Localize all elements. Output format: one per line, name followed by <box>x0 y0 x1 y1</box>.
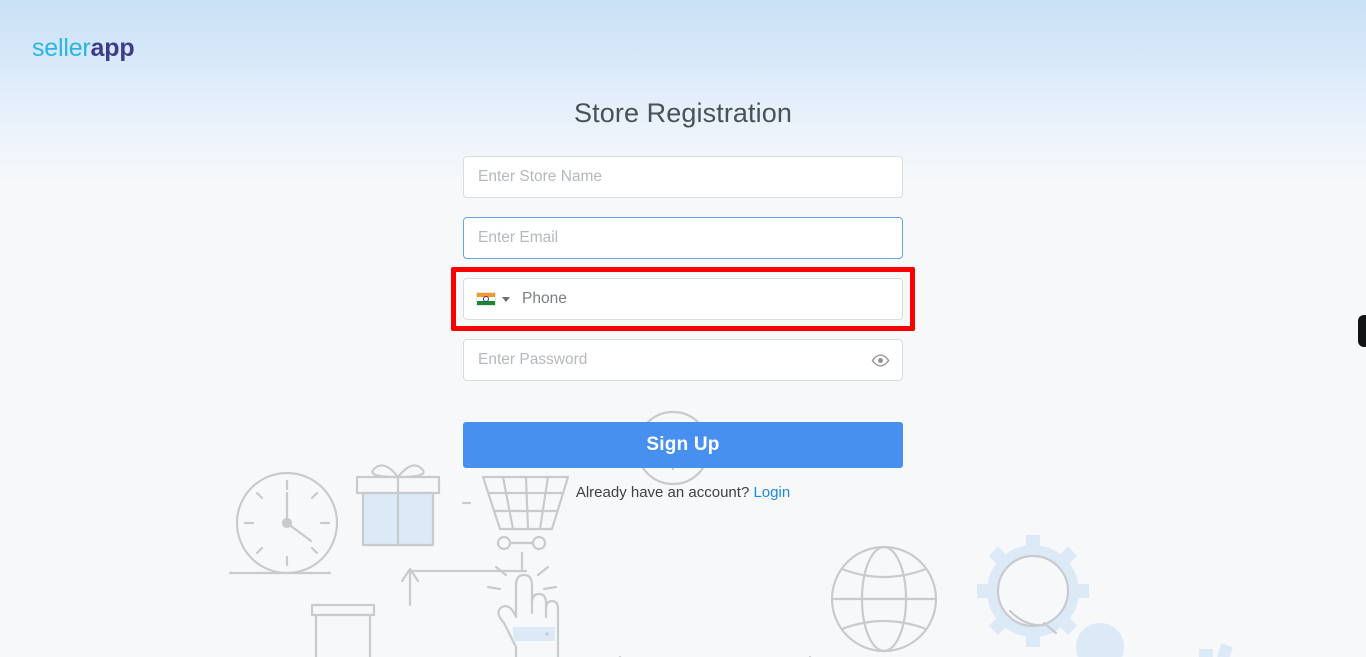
magnifier-icon <box>1008 609 1058 635</box>
password-field[interactable] <box>463 339 903 381</box>
sellerapp-logo[interactable]: sellerapp <box>32 34 135 62</box>
phone-field[interactable]: Phone <box>463 278 903 320</box>
password-input[interactable] <box>464 340 902 380</box>
email-field[interactable] <box>463 217 903 259</box>
login-prompt-text: Already have an account? <box>575 484 750 501</box>
india-flag-icon[interactable] <box>476 292 496 306</box>
globe-icon <box>830 545 938 653</box>
pointing-hand-icon <box>486 551 560 657</box>
sign-up-button[interactable]: Sign Up <box>463 422 903 468</box>
chevron-down-icon[interactable] <box>502 296 510 302</box>
store-name-field[interactable] <box>463 156 903 198</box>
logo-text-seller: seller <box>32 34 91 62</box>
email-input[interactable] <box>464 218 902 258</box>
chat-widget-tab[interactable] <box>1358 315 1366 347</box>
registration-form: Store Registration Phone <box>451 98 915 501</box>
eye-icon[interactable] <box>870 350 890 370</box>
table-shape <box>228 571 376 657</box>
phone-placeholder: Phone <box>522 290 567 307</box>
gift-box-icon <box>355 464 441 547</box>
store-name-input[interactable] <box>464 157 902 197</box>
login-prompt: Already have an account? Login <box>463 484 903 501</box>
logo-text-app: app <box>90 34 135 62</box>
gear-fragment-shape <box>1199 643 1234 657</box>
registration-page: sellerapp Store Registration Phone <box>0 0 1366 657</box>
page-title: Store Registration <box>574 98 792 128</box>
login-link[interactable]: Login <box>753 484 790 501</box>
gear-icon <box>977 535 1124 657</box>
clock-icon <box>235 471 339 575</box>
upward-arrow-icon <box>400 567 528 607</box>
